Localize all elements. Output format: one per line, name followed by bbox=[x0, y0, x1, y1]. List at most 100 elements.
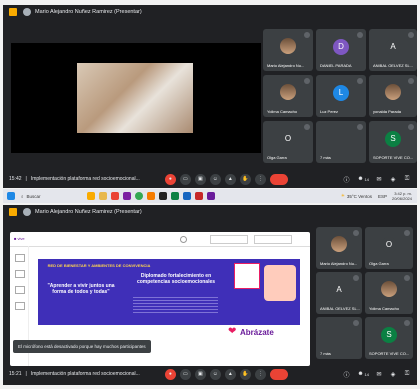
sidebar-icon[interactable] bbox=[15, 270, 25, 278]
clock-text: 15:42 bbox=[9, 176, 22, 182]
participant-tile[interactable]: S SOPORTE VIVE CO... bbox=[369, 121, 417, 163]
avatar bbox=[385, 83, 401, 100]
avatar: D bbox=[333, 38, 349, 55]
present-button[interactable]: ▲ bbox=[224, 368, 236, 380]
participant-tile[interactable]: Yolima Camacho bbox=[263, 75, 313, 117]
info-icon[interactable]: ⓘ bbox=[343, 370, 351, 379]
participant-count-badge: 14 bbox=[364, 176, 369, 182]
presenter-bar: Mario Alejandro Nuñez Ramirez (Presentar… bbox=[3, 5, 417, 19]
participant-name: Mario Alejandro Nu... bbox=[320, 261, 358, 266]
avatar bbox=[23, 8, 31, 16]
slide-search-icon[interactable] bbox=[180, 236, 187, 243]
info-icon[interactable]: ⓘ bbox=[343, 175, 351, 184]
app-icon[interactable] bbox=[110, 192, 119, 200]
activities-icon[interactable]: ◈ bbox=[389, 370, 397, 378]
participant-tile[interactable]: Mario Alejandro Nu... bbox=[316, 227, 362, 269]
slide-tab[interactable] bbox=[210, 235, 248, 244]
meet-logo bbox=[9, 208, 17, 216]
participant-tile[interactable]: yonalda Parada bbox=[369, 75, 417, 117]
avatar: O bbox=[381, 236, 397, 253]
participant-tile[interactable]: 7 más bbox=[316, 317, 362, 359]
app-icon[interactable] bbox=[122, 192, 131, 200]
app-icon[interactable] bbox=[182, 192, 191, 200]
app-icon[interactable] bbox=[170, 192, 179, 200]
widget-icon[interactable] bbox=[86, 192, 95, 200]
sidebar-icon[interactable] bbox=[15, 302, 25, 310]
video-frame bbox=[77, 63, 193, 133]
mic-muted-icon bbox=[304, 124, 310, 130]
presentation-stage bbox=[11, 43, 261, 153]
end-call-button[interactable] bbox=[269, 368, 288, 380]
captions-button[interactable]: ▣ bbox=[194, 368, 206, 380]
search-icon[interactable]: ⌕ bbox=[21, 194, 24, 199]
participant-tile[interactable]: 7 más bbox=[316, 121, 366, 163]
app-icon[interactable] bbox=[146, 192, 155, 200]
meeting-title: Implementación plataforma red socioemoci… bbox=[30, 371, 140, 377]
participant-tile[interactable]: L Luz Perez bbox=[316, 75, 366, 117]
people-icon[interactable]: ☻ bbox=[357, 175, 365, 183]
end-call-button[interactable] bbox=[269, 173, 288, 185]
avatar bbox=[23, 208, 31, 216]
banner-graphic bbox=[234, 263, 260, 289]
app-icon[interactable] bbox=[158, 192, 167, 200]
chrome-icon[interactable] bbox=[134, 192, 143, 200]
raise-hand-button[interactable]: ✋ bbox=[239, 173, 251, 185]
camera-button[interactable]: ▭ bbox=[179, 173, 191, 185]
raise-hand-button[interactable]: ✋ bbox=[239, 368, 251, 380]
avatar: S bbox=[385, 130, 401, 147]
slide-tab[interactable] bbox=[254, 235, 292, 244]
participant-tile[interactable]: O Olga Garra bbox=[365, 227, 413, 269]
mic-muted-icon bbox=[404, 320, 410, 326]
app-icon[interactable] bbox=[194, 192, 203, 200]
camera-button[interactable]: ▭ bbox=[179, 368, 191, 380]
participant-tile[interactable]: D DANIEL PARADA bbox=[316, 29, 366, 71]
captions-button[interactable]: ▣ bbox=[194, 173, 206, 185]
mic-muted-icon bbox=[304, 78, 310, 84]
participant-tile[interactable]: Yolima Camacho bbox=[365, 272, 413, 314]
avatar: O bbox=[280, 130, 296, 147]
more-options-button[interactable]: ⋮ bbox=[254, 368, 266, 380]
participant-tile[interactable]: O Olga Garra bbox=[263, 121, 313, 163]
app-icon[interactable] bbox=[206, 192, 215, 200]
chat-icon[interactable]: ✉ bbox=[375, 370, 383, 378]
mic-muted-icon bbox=[357, 124, 363, 130]
participant-tile[interactable]: Mario Alejandro Nu... bbox=[263, 29, 313, 71]
present-button[interactable]: ▲ bbox=[224, 173, 236, 185]
participant-name: Mario Alejandro Nu... bbox=[267, 63, 305, 68]
emoji-button[interactable]: ☺ bbox=[209, 173, 221, 185]
mic-muted-icon bbox=[353, 320, 359, 326]
chat-icon[interactable]: ✉ bbox=[375, 175, 383, 183]
avatar bbox=[280, 83, 296, 100]
clock-text: 15:21 bbox=[9, 371, 22, 377]
taskbar-search-input[interactable]: Buscar bbox=[27, 194, 67, 199]
meet-window-top: Mario Alejandro Nuñez Ramirez (Presentar… bbox=[3, 5, 417, 188]
sidebar-icon[interactable] bbox=[15, 254, 25, 262]
participant-name: SOPORTE VIVE CO... bbox=[373, 155, 414, 160]
participant-tile[interactable]: A ANIBAL OELVEZ SL... bbox=[369, 29, 417, 71]
participant-name: ANIBAL OELVEZ SL... bbox=[320, 306, 361, 311]
file-explorer-icon[interactable] bbox=[98, 192, 107, 200]
mic-muted-icon bbox=[304, 32, 310, 38]
lock-icon[interactable]: ⚿ bbox=[403, 175, 411, 183]
sidebar-icon[interactable] bbox=[15, 286, 25, 294]
mic-button[interactable]: ● bbox=[164, 368, 176, 380]
language-indicator[interactable]: ESP bbox=[378, 194, 387, 199]
control-bar: 15:42 | Implementación plataforma red so… bbox=[9, 173, 411, 185]
brand-name: Abrázate bbox=[240, 328, 274, 337]
participant-name: DANIEL PARADA bbox=[320, 63, 352, 68]
avatar: L bbox=[333, 84, 349, 101]
avatar bbox=[331, 235, 347, 252]
mic-button[interactable]: ● bbox=[164, 173, 176, 185]
emoji-button[interactable]: ☺ bbox=[209, 368, 221, 380]
activities-icon[interactable]: ◈ bbox=[389, 175, 397, 183]
participant-name: Yolima Camacho bbox=[369, 306, 400, 311]
avatar: A bbox=[331, 281, 347, 298]
participant-tile[interactable]: A ANIBAL OELVEZ SL... bbox=[316, 272, 362, 314]
more-options-button[interactable]: ⋮ bbox=[254, 173, 266, 185]
taskbar-clock[interactable]: 3:42 p. m. 20/06/2024 bbox=[392, 191, 412, 201]
people-icon[interactable]: ☻ bbox=[357, 370, 365, 378]
lock-icon[interactable]: ⚿ bbox=[403, 370, 411, 378]
start-icon[interactable] bbox=[7, 192, 15, 200]
avatar bbox=[381, 280, 397, 297]
participant-tile[interactable]: S SOPORTE VIVE CO... bbox=[365, 317, 413, 359]
